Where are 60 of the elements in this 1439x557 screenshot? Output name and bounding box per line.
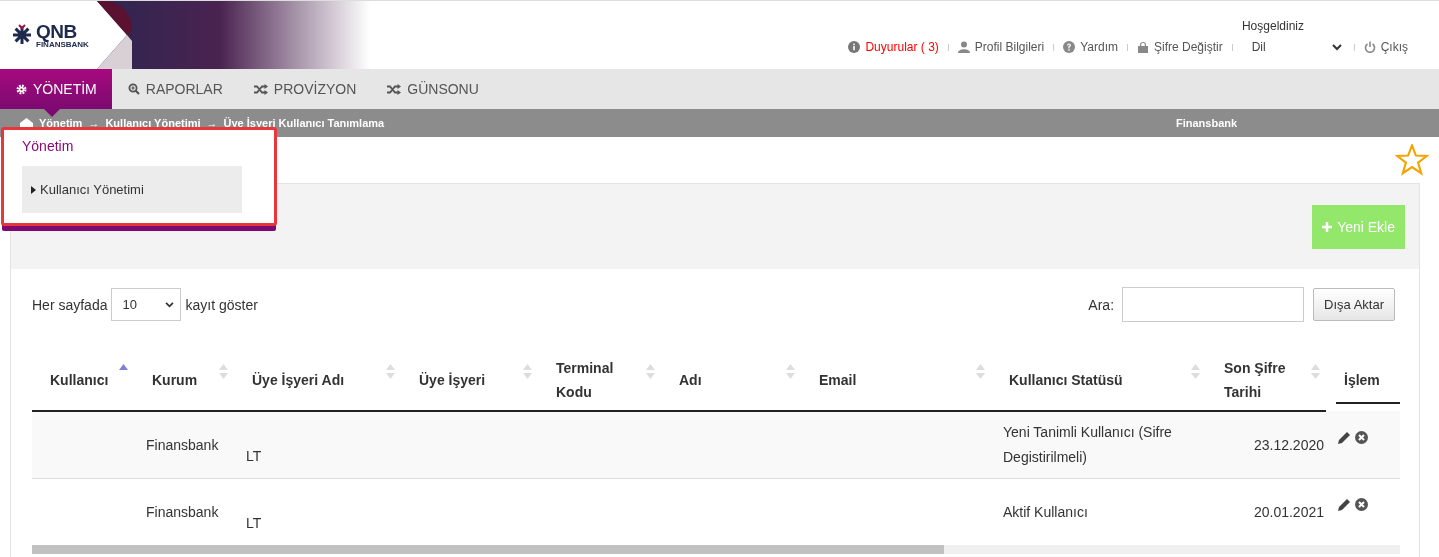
header-link[interactable]: Duyurular ( 3) xyxy=(848,40,939,54)
column-header[interactable]: İşlem xyxy=(1344,371,1380,388)
language-select[interactable]: Dil xyxy=(1241,40,1345,54)
pencil-icon[interactable] xyxy=(1338,498,1351,511)
logout-link[interactable]: Çıkış xyxy=(1363,40,1408,54)
logo-name: QNB xyxy=(36,21,78,41)
page-size-label: Her sayfada xyxy=(32,296,108,313)
header-link[interactable]: Yardım xyxy=(1063,40,1118,54)
shuffle-icon xyxy=(387,83,402,95)
table-cell: Yeni Tanimli Kullanıcı (Sifre Degistirilmeli) xyxy=(1003,424,1172,465)
power-icon xyxy=(1363,41,1376,53)
lock-icon xyxy=(1136,41,1149,53)
snowflake-icon xyxy=(11,24,33,46)
shuffle-icon xyxy=(253,83,268,95)
search-label: Ara: xyxy=(1088,296,1115,313)
gear-icon xyxy=(16,83,27,95)
chevron-down-icon xyxy=(1331,43,1342,51)
column-header[interactable]: Üye İşyeri Adı xyxy=(252,368,345,392)
column-header[interactable]: Terminal Kodu xyxy=(556,356,643,404)
info-icon xyxy=(848,41,861,53)
menu-item[interactable]: Kullanıcı Yönetimi xyxy=(22,166,242,213)
zoom-icon xyxy=(127,83,140,95)
table-cell-text: LT xyxy=(246,446,263,466)
table-cell: 20.01.2021 xyxy=(1253,503,1324,520)
star-icon[interactable] xyxy=(1395,144,1429,176)
table-cell: Finansbank xyxy=(146,436,219,453)
search-field[interactable] xyxy=(1122,287,1305,322)
column-header[interactable]: Son Şifre Tarihi xyxy=(1224,356,1308,404)
remove-icon[interactable] xyxy=(1355,430,1368,444)
table-cell: Finansbank xyxy=(146,503,219,520)
header-link[interactable]: Şifre Değiştir xyxy=(1136,40,1223,54)
nav-tab[interactable]: GÜNSONU xyxy=(371,69,494,109)
user-icon xyxy=(957,41,970,53)
table-cell: 23.12.2020 xyxy=(1253,436,1324,453)
remove-icon[interactable] xyxy=(1355,498,1368,511)
horizontal-scrollbar[interactable] xyxy=(32,545,1400,554)
column-header[interactable]: Kullanıcı xyxy=(50,368,109,392)
nav-tab[interactable]: PROVİZYON xyxy=(237,69,372,109)
page-size-label: kayıt göster xyxy=(185,296,258,313)
column-header[interactable]: Email xyxy=(819,368,857,392)
table-cell: Aktif Kullanıcı xyxy=(1003,503,1088,520)
pencil-icon[interactable] xyxy=(1338,430,1351,444)
breadcrumb-separator: → xyxy=(206,117,218,129)
column-header[interactable]: Kurum xyxy=(152,368,198,392)
column-header[interactable]: Adı xyxy=(679,368,702,392)
column-header[interactable]: Kullanıcı Statüsü xyxy=(1009,368,1123,392)
welcome-text: Hoşgeldiniz xyxy=(1241,19,1304,33)
chevron-down-icon xyxy=(165,301,175,308)
table-cell-text: LT xyxy=(246,513,263,533)
header-link[interactable]: Profil Bilgileri xyxy=(957,40,1045,54)
menu-heading: Yönetim xyxy=(22,138,75,154)
breadcrumb-separator: → xyxy=(88,117,100,129)
nav-tab[interactable]: RAPORLAR xyxy=(111,69,238,109)
page-size-select[interactable]: 10 xyxy=(111,288,182,321)
help-icon xyxy=(1063,41,1076,53)
caret-right-icon xyxy=(31,185,36,194)
institution-label: Finansbank xyxy=(1176,117,1238,129)
export-button[interactable]: Dışa Aktar xyxy=(1313,288,1395,321)
column-header[interactable]: Üye İşyeri xyxy=(419,368,486,392)
plus-icon xyxy=(1322,221,1333,232)
